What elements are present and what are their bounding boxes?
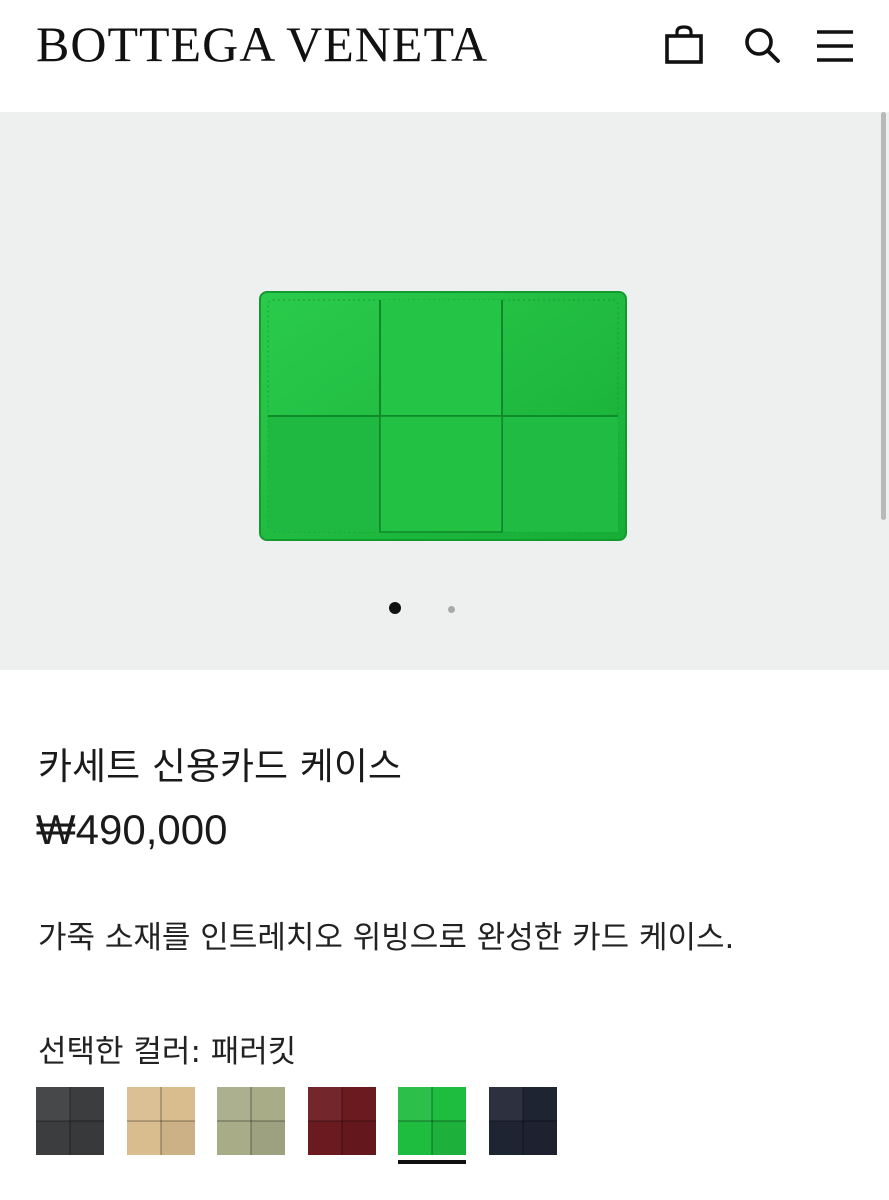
gallery-dot-2[interactable] [448,606,455,613]
gallery-dot-1[interactable] [389,602,401,614]
color-swatch[interactable] [489,1087,557,1155]
search-icon[interactable] [740,22,784,66]
color-swatch[interactable] [127,1087,195,1155]
product-image[interactable] [248,280,643,545]
color-swatch[interactable] [308,1087,376,1155]
color-swatch[interactable] [217,1087,285,1155]
shopping-bag-icon[interactable] [662,22,706,66]
site-header: BOTTEGA VENETA [0,0,889,112]
product-description: 가죽 소재를 인트레치오 위빙으로 완성한 카드 케이스. [38,920,735,956]
product-price: ₩490,000 [36,806,228,853]
color-swatch[interactable] [36,1087,104,1155]
brand-logo[interactable]: BOTTEGA VENETA [36,14,488,74]
page-scrollbar[interactable] [881,112,886,520]
color-swatch[interactable] [398,1087,466,1155]
menu-icon[interactable] [814,22,858,66]
selected-swatch-indicator [398,1160,466,1164]
product-title: 카세트 신용카드 케이스 [38,745,402,788]
selected-color-label: 선택한 컬러: 패러킷 [38,1034,297,1070]
